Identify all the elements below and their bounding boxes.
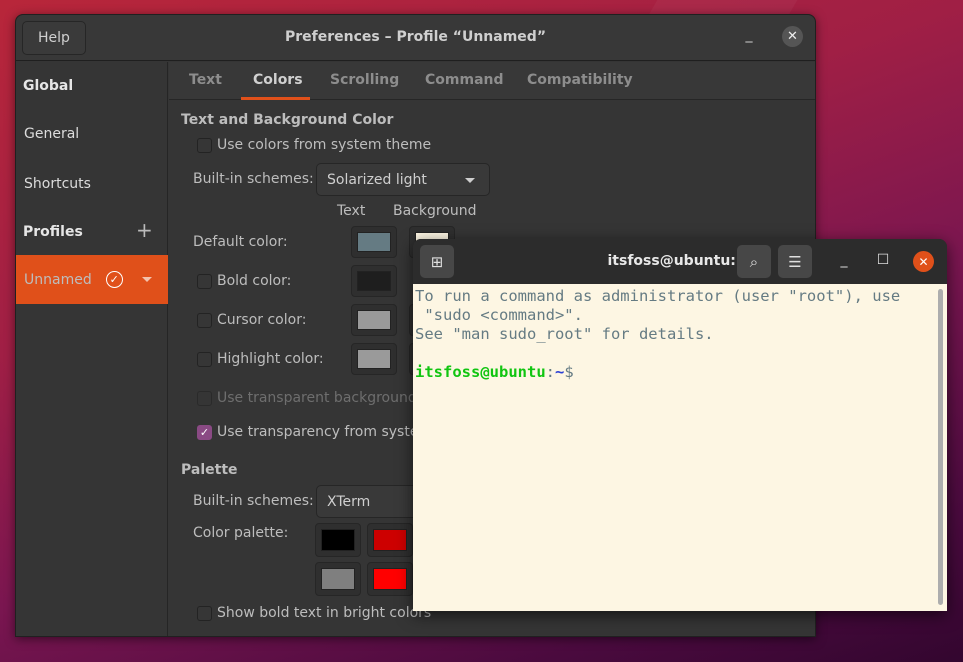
builtin-schemes-select[interactable]: Solarized light bbox=[316, 163, 490, 196]
profile-menu-dropdown-icon[interactable] bbox=[141, 277, 152, 282]
search-icon: ⌕ bbox=[749, 252, 759, 271]
cursor-color-label: Cursor color: bbox=[217, 312, 307, 328]
transparent-background-label: Use transparent background bbox=[217, 390, 417, 406]
menu-button[interactable]: ☰ bbox=[778, 245, 812, 278]
color-swatch bbox=[357, 232, 391, 252]
prompt-separator: : bbox=[545, 363, 555, 381]
palette-color-8[interactable] bbox=[315, 562, 361, 596]
prompt-line: itsfoss@ubuntu:~$ bbox=[415, 363, 947, 382]
builtin-schemes-label: Built-in schemes: bbox=[193, 171, 314, 187]
cursor-text-color-button[interactable] bbox=[351, 304, 397, 336]
color-swatch bbox=[373, 529, 407, 551]
terminal-header: ⊞ itsfoss@ubuntu: ~ ⌕ ☰ _ ☐ ✕ bbox=[413, 239, 947, 284]
color-swatch bbox=[357, 310, 391, 330]
column-header-background: Background bbox=[393, 203, 477, 219]
tab-compatibility[interactable]: Compatibility bbox=[527, 72, 633, 88]
highlight-text-color-button[interactable] bbox=[351, 343, 397, 375]
bold-color-label: Bold color: bbox=[217, 273, 292, 289]
sidebar-item-shortcuts[interactable]: Shortcuts bbox=[24, 176, 91, 192]
close-icon: ✕ bbox=[918, 254, 929, 269]
cursor-color-checkbox[interactable] bbox=[197, 313, 212, 328]
tab-bar: Text Colors Scrolling Command Compatibil… bbox=[169, 62, 815, 100]
terminal-line: "sudo <command>". bbox=[415, 306, 583, 324]
bold-color-checkbox[interactable] bbox=[197, 274, 212, 289]
palette-schemes-value: XTerm bbox=[327, 493, 371, 510]
color-swatch bbox=[321, 529, 355, 551]
default-text-color-button[interactable] bbox=[351, 226, 397, 258]
chevron-down-icon bbox=[465, 178, 475, 183]
transparent-background-checkbox[interactable] bbox=[197, 391, 212, 406]
terminal-line: See "man sudo_root" for details. bbox=[415, 325, 714, 343]
palette-color-0[interactable] bbox=[315, 523, 361, 557]
color-swatch bbox=[357, 349, 391, 369]
terminal-line: To run a command as administrator (user … bbox=[415, 287, 901, 305]
close-icon: ✕ bbox=[787, 29, 798, 44]
profile-name: Unnamed bbox=[24, 271, 92, 288]
sidebar-item-profile-unnamed[interactable]: Unnamed ✓ bbox=[16, 255, 168, 304]
checkmark-icon: ✓ bbox=[199, 426, 210, 439]
sidebar-item-general[interactable]: General bbox=[24, 126, 79, 142]
tab-colors[interactable]: Colors bbox=[253, 72, 303, 88]
highlight-color-checkbox[interactable] bbox=[197, 352, 212, 367]
terminal-minimize-button[interactable]: _ bbox=[835, 252, 853, 268]
sidebar: Global General Shortcuts Profiles + Unna… bbox=[16, 62, 168, 636]
color-swatch bbox=[357, 271, 391, 291]
new-tab-icon: ⊞ bbox=[430, 252, 444, 271]
preferences-header: Help Preferences – Profile “Unnamed” _ ✕ bbox=[16, 15, 815, 61]
palette-color-9[interactable] bbox=[367, 562, 413, 596]
tab-scrolling[interactable]: Scrolling bbox=[330, 72, 399, 88]
prompt-user: itsfoss@ubuntu bbox=[415, 363, 546, 381]
highlight-color-label: Highlight color: bbox=[217, 351, 324, 367]
search-button[interactable]: ⌕ bbox=[737, 245, 771, 278]
section-title-text-background: Text and Background Color bbox=[181, 112, 394, 128]
sidebar-heading-profiles: Profiles bbox=[23, 224, 83, 240]
builtin-schemes-value: Solarized light bbox=[327, 171, 427, 188]
terminal-title: itsfoss@ubuntu: ~ bbox=[607, 253, 753, 269]
column-header-text: Text bbox=[337, 203, 366, 219]
new-tab-button[interactable]: ⊞ bbox=[420, 245, 454, 278]
prompt-path: ~ bbox=[555, 363, 565, 381]
use-system-colors-label: Use colors from system theme bbox=[217, 137, 432, 153]
close-button[interactable]: ✕ bbox=[782, 26, 803, 47]
minimize-button[interactable]: _ bbox=[739, 27, 759, 47]
bold-bright-label: Show bold text in bright colors bbox=[217, 605, 432, 621]
tab-command[interactable]: Command bbox=[425, 72, 504, 88]
default-profile-check-icon: ✓ bbox=[105, 271, 123, 288]
default-color-label: Default color: bbox=[193, 234, 288, 250]
plus-icon: + bbox=[136, 218, 153, 242]
terminal-window: ⊞ itsfoss@ubuntu: ~ ⌕ ☰ _ ☐ ✕ To run a c… bbox=[413, 239, 947, 611]
color-palette-label: Color palette: bbox=[193, 525, 289, 541]
active-tab-indicator bbox=[241, 97, 310, 100]
palette-builtin-schemes-label: Built-in schemes: bbox=[193, 493, 314, 509]
hamburger-menu-icon: ☰ bbox=[788, 252, 802, 271]
prompt-symbol: $ bbox=[564, 363, 574, 381]
bold-text-color-button[interactable] bbox=[351, 265, 397, 297]
terminal-close-button[interactable]: ✕ bbox=[913, 251, 934, 272]
color-swatch bbox=[321, 568, 355, 590]
terminal-scrollbar[interactable] bbox=[938, 289, 943, 605]
palette-color-1[interactable] bbox=[367, 523, 413, 557]
use-system-colors-checkbox[interactable] bbox=[197, 138, 212, 153]
section-title-palette: Palette bbox=[181, 462, 238, 478]
add-profile-button[interactable]: + bbox=[136, 220, 153, 240]
color-swatch bbox=[373, 568, 407, 590]
system-transparency-checkbox[interactable]: ✓ bbox=[197, 425, 212, 440]
terminal-maximize-button[interactable]: ☐ bbox=[874, 252, 892, 268]
terminal-output[interactable]: To run a command as administrator (user … bbox=[413, 284, 947, 611]
bold-bright-checkbox[interactable] bbox=[197, 606, 212, 621]
tab-text[interactable]: Text bbox=[189, 72, 222, 88]
sidebar-heading-global: Global bbox=[23, 78, 74, 94]
window-title: Preferences – Profile “Unnamed” bbox=[284, 29, 547, 45]
